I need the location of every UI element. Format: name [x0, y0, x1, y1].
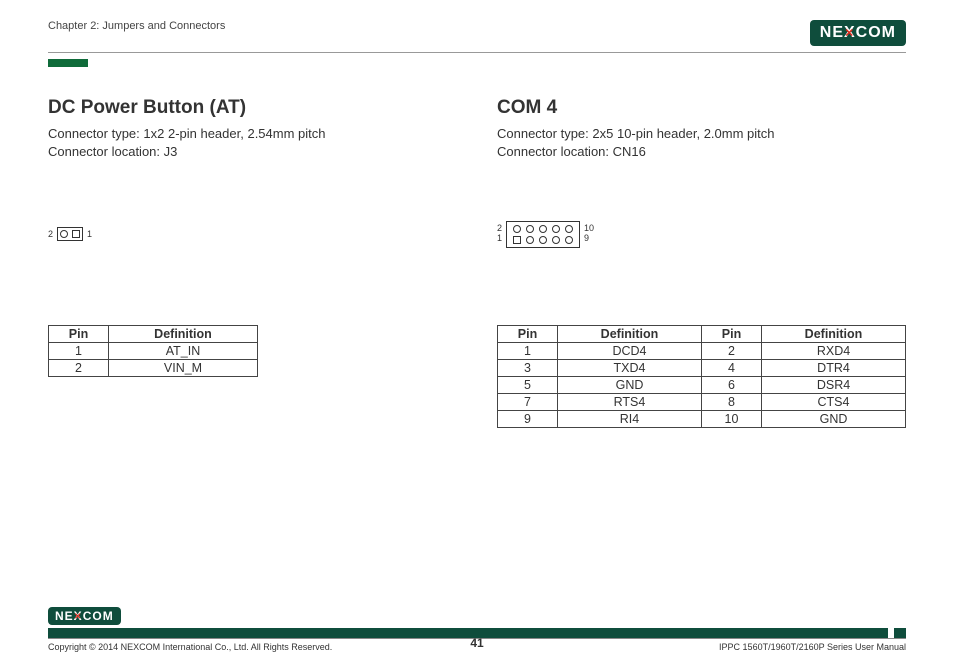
document-title: IPPC 1560T/1960T/2160P Series User Manua…: [719, 642, 906, 652]
brand-logo-footer: NEX✕COM: [48, 607, 121, 625]
connector-diagram-1x2: 2 1: [48, 189, 457, 279]
connector-location: Connector location: CN16: [497, 143, 906, 161]
pin-icon: [513, 225, 521, 233]
table-row: 1DCD42RXD4: [498, 343, 906, 360]
connector-type: Connector type: 2x5 10-pin header, 2.0mm…: [497, 125, 906, 143]
th-def: Definition: [109, 326, 258, 343]
th-def: Definition: [762, 326, 906, 343]
pin-1-icon: [513, 236, 521, 244]
page-footer: NEX✕COM Copyright © 2014 NEXCOM Internat…: [48, 607, 906, 652]
th-pin: Pin: [498, 326, 558, 343]
chapter-title: Chapter 2: Jumpers and Connectors: [48, 20, 225, 32]
pin-icon: [565, 225, 573, 233]
pin-icon: [552, 225, 560, 233]
section-dc-power-button: DC Power Button (AT) Connector type: 1x2…: [48, 97, 457, 428]
pin-label-2: 2: [48, 229, 53, 239]
section-color-tab: [48, 59, 88, 67]
connector-type: Connector type: 1x2 2-pin header, 2.54mm…: [48, 125, 457, 143]
pin-icon: [526, 225, 534, 233]
section-title: COM 4: [497, 97, 906, 119]
table-row: 2 VIN_M: [49, 360, 258, 377]
th-pin: Pin: [702, 326, 762, 343]
table-row: 9RI410GND: [498, 411, 906, 428]
pinout-table-right: Pin Definition Pin Definition 1DCD42RXD4…: [497, 325, 906, 428]
pinout-table-left: Pin Definition 1 AT_IN 2 VIN_M: [48, 325, 258, 377]
section-com4: COM 4 Connector type: 2x5 10-pin header,…: [497, 97, 906, 428]
pin-label-1: 1: [87, 229, 92, 239]
pin-icon: [539, 225, 547, 233]
pin-icon: [552, 236, 560, 244]
th-def: Definition: [558, 326, 702, 343]
pin-icon: [565, 236, 573, 244]
table-row: 7RTS48CTS4: [498, 394, 906, 411]
section-title: DC Power Button (AT): [48, 97, 457, 119]
connector-location: Connector location: J3: [48, 143, 457, 161]
connector-diagram-2x5: 2 1: [497, 189, 906, 279]
pin-label-9: 9: [584, 234, 594, 244]
th-pin: Pin: [49, 326, 109, 343]
table-row: 5GND6DSR4: [498, 377, 906, 394]
page-header: Chapter 2: Jumpers and Connectors NEX✕CO…: [48, 20, 906, 53]
page-number: 41: [470, 636, 483, 650]
copyright-text: Copyright © 2014 NEXCOM International Co…: [48, 642, 332, 652]
pin-label-1: 1: [497, 234, 502, 244]
pin-icon: [539, 236, 547, 244]
brand-logo: NEX✕COM: [810, 20, 906, 46]
pin-1-icon: [72, 230, 80, 238]
table-row: 3TXD44DTR4: [498, 360, 906, 377]
pin-icon: [526, 236, 534, 244]
table-row: 1 AT_IN: [49, 343, 258, 360]
pin-2-icon: [60, 230, 68, 238]
